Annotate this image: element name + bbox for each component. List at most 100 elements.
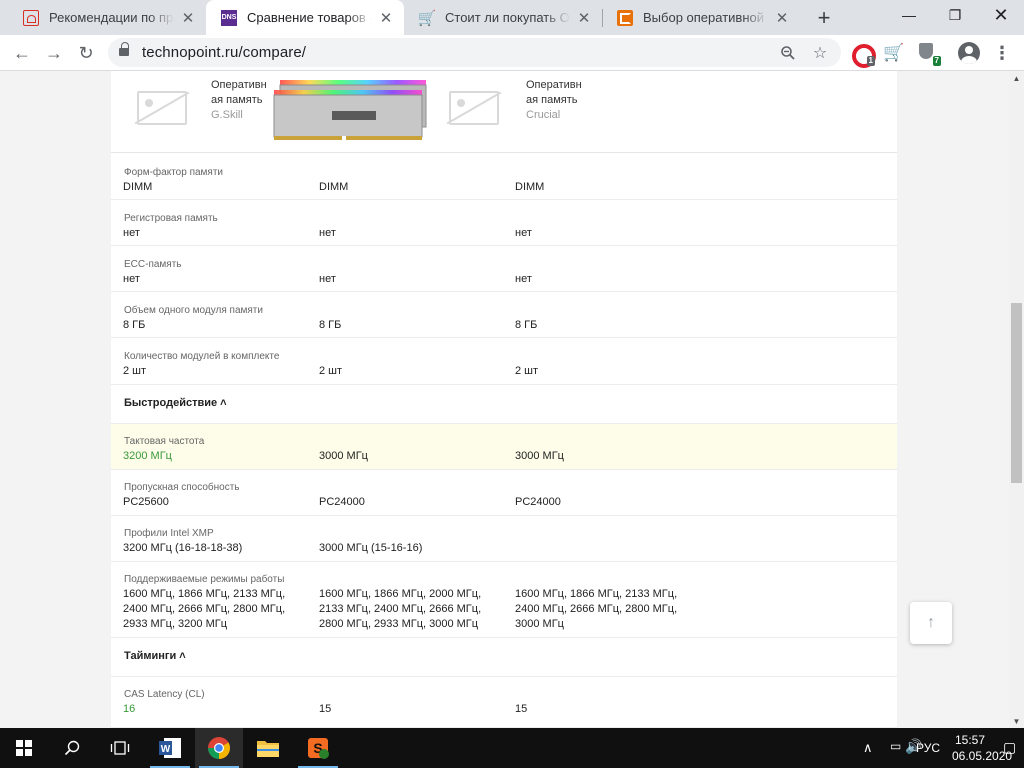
- taskbar-word[interactable]: W: [146, 728, 194, 768]
- address-bar[interactable]: technopoint.ru/compare/ ☆: [108, 38, 841, 67]
- spec-value: 1600 МГц, 1866 МГц, 2133 МГц, 2400 МГц, …: [515, 588, 678, 630]
- section-title: Тайминги ˄: [124, 650, 186, 662]
- extension-badge: 7: [932, 56, 941, 66]
- folder-icon: [257, 741, 279, 757]
- spec-value: 15: [515, 703, 528, 715]
- tab-should-buy[interactable]: 🛒 Стоит ли покупать Опер ✕: [404, 0, 602, 35]
- task-view-button[interactable]: [96, 728, 144, 768]
- network-icon[interactable]: ▭: [890, 739, 901, 753]
- restore-button[interactable]: ❐: [932, 0, 978, 30]
- start-button[interactable]: [0, 728, 48, 768]
- scroll-down-arrow-icon[interactable]: ▼: [1009, 714, 1024, 728]
- spec-row: Количество модулей в комплекте 2 шт 2 шт…: [111, 338, 897, 385]
- page-scrollbar[interactable]: ▲ ▼: [1009, 71, 1024, 728]
- spec-label: Тактовая частота: [124, 436, 205, 447]
- spec-label: CAS Latency (CL): [124, 689, 205, 700]
- product-name[interactable]: Оперативн ая память: [211, 78, 271, 108]
- cart-icon: 🛒: [417, 9, 437, 27]
- opera-extension-icon[interactable]: 1: [848, 40, 876, 68]
- taskbar-chrome[interactable]: [195, 728, 243, 768]
- window-close-button[interactable]: ✕: [978, 0, 1024, 30]
- tab-ram-choice[interactable]: Выбор оперативной пам ✕: [602, 0, 800, 35]
- spec-label: Пропускная способность: [124, 482, 240, 493]
- taskbar-explorer[interactable]: [244, 728, 292, 768]
- minimize-button[interactable]: —: [886, 0, 932, 30]
- section-title: Быстродействие ˄: [124, 397, 227, 409]
- products-header: Оперативн ая память G.Skill Оперативн ая…: [111, 71, 897, 153]
- spec-row: Поддерживаемые режимы работы 1600 МГц, 1…: [111, 562, 897, 638]
- cart-extension-icon[interactable]: 🛒: [881, 40, 907, 66]
- spec-value: нет: [319, 227, 336, 239]
- clock-time[interactable]: 15:57: [955, 733, 985, 747]
- spec-row: CAS Latency (CL) 16 15 15: [111, 677, 897, 728]
- language-indicator[interactable]: РУС: [916, 741, 940, 755]
- pdf-icon: [23, 9, 39, 26]
- spec-value: PC24000: [515, 496, 561, 508]
- spec-value-best: 3200 МГц: [123, 450, 172, 462]
- menu-dots-icon[interactable]: ⋮: [992, 41, 1012, 65]
- spec-row: Пропускная способность PC25600 PC24000 P…: [111, 470, 897, 516]
- app-icon: S: [308, 738, 329, 759]
- chevron-up-icon: ˄: [220, 397, 227, 409]
- spec-value: 3000 МГц: [515, 450, 564, 462]
- url-text[interactable]: technopoint.ru/compare/: [142, 44, 306, 61]
- scrollbar-thumb[interactable]: [1011, 303, 1022, 483]
- spec-value: 1600 МГц, 1866 МГц, 2133 МГц, 2400 МГц, …: [123, 588, 286, 630]
- shield-extension-icon[interactable]: 7: [914, 40, 941, 66]
- reload-button[interactable]: ↻: [72, 39, 100, 67]
- new-tab-button[interactable]: +: [811, 5, 837, 31]
- spec-value: 2 шт: [319, 365, 343, 377]
- close-icon[interactable]: ✕: [772, 8, 792, 28]
- spec-label: Форм-фактор памяти: [124, 167, 224, 178]
- spec-value-best: 16: [123, 703, 136, 715]
- tab-title: Сравнение товаров - Te: [247, 10, 372, 25]
- spec-row: Профили Intel XMP 3200 МГц (16-18-18-38)…: [111, 516, 897, 562]
- product-name[interactable]: Оперативн ая память: [526, 78, 586, 108]
- section-performance-toggle[interactable]: Быстродействие ˄: [111, 385, 897, 424]
- spec-value: 1600 МГц, 1866 МГц, 2000 МГц, 2133 МГц, …: [319, 588, 482, 630]
- spec-row: Регистровая память нет нет нет: [111, 200, 897, 246]
- spec-value: 8 ГБ: [123, 319, 146, 331]
- word-icon: W: [159, 738, 181, 758]
- spec-value: нет: [123, 273, 140, 285]
- spec-value: нет: [319, 273, 336, 285]
- close-icon[interactable]: ✕: [574, 8, 594, 28]
- chevron-up-icon[interactable]: ∧: [863, 740, 873, 756]
- spec-value: DIMM: [123, 181, 153, 193]
- windows-logo-icon: [16, 740, 32, 756]
- forward-button[interactable]: →: [40, 39, 68, 67]
- notifications-icon[interactable]: ▢: [1003, 739, 1016, 756]
- scroll-up-arrow-icon[interactable]: ▲: [1009, 71, 1024, 85]
- spec-label: Поддерживаемые режимы работы: [124, 574, 285, 585]
- spec-value: 8 ГБ: [515, 319, 538, 331]
- svg-text:W: W: [161, 744, 171, 755]
- zoom-icon[interactable]: [776, 41, 800, 65]
- spec-row: Объем одного модуля памяти 8 ГБ 8 ГБ 8 Г…: [111, 292, 897, 338]
- ram-product-image[interactable]: [272, 78, 428, 143]
- spec-value: 8 ГБ: [319, 319, 342, 331]
- spec-row-highlighted: Тактовая частота 3200 МГц 3000 МГц 3000 …: [111, 424, 897, 470]
- profile-avatar-icon[interactable]: [958, 42, 980, 64]
- tab-recommendations[interactable]: Рекомендации по проф ✕: [8, 0, 206, 35]
- spec-label: ECC-память: [124, 259, 182, 270]
- spec-label: Количество модулей в комплекте: [124, 351, 280, 362]
- search-icon: [64, 740, 80, 756]
- close-icon[interactable]: ✕: [376, 8, 396, 28]
- tab-compare[interactable]: DNS Сравнение товаров - Te ✕: [206, 0, 404, 35]
- bookmark-star-icon[interactable]: ☆: [808, 41, 832, 65]
- c-icon: [617, 9, 633, 26]
- search-button[interactable]: [48, 728, 96, 768]
- taskbar-app[interactable]: S: [294, 728, 342, 768]
- chevron-up-icon: ˄: [179, 650, 186, 662]
- spec-label: Профили Intel XMP: [124, 528, 214, 539]
- spec-row: ECC-память нет нет нет: [111, 246, 897, 292]
- scroll-to-top-button[interactable]: ↑: [910, 602, 952, 644]
- product-brand: G.Skill: [211, 109, 243, 121]
- spec-value: PC25600: [123, 496, 169, 508]
- section-timings-toggle[interactable]: Тайминги ˄: [111, 638, 897, 677]
- chrome-icon: [208, 737, 230, 759]
- spec-value: нет: [123, 227, 140, 239]
- back-button[interactable]: ←: [8, 39, 36, 67]
- lock-icon[interactable]: [119, 42, 129, 58]
- close-icon[interactable]: ✕: [178, 8, 198, 28]
